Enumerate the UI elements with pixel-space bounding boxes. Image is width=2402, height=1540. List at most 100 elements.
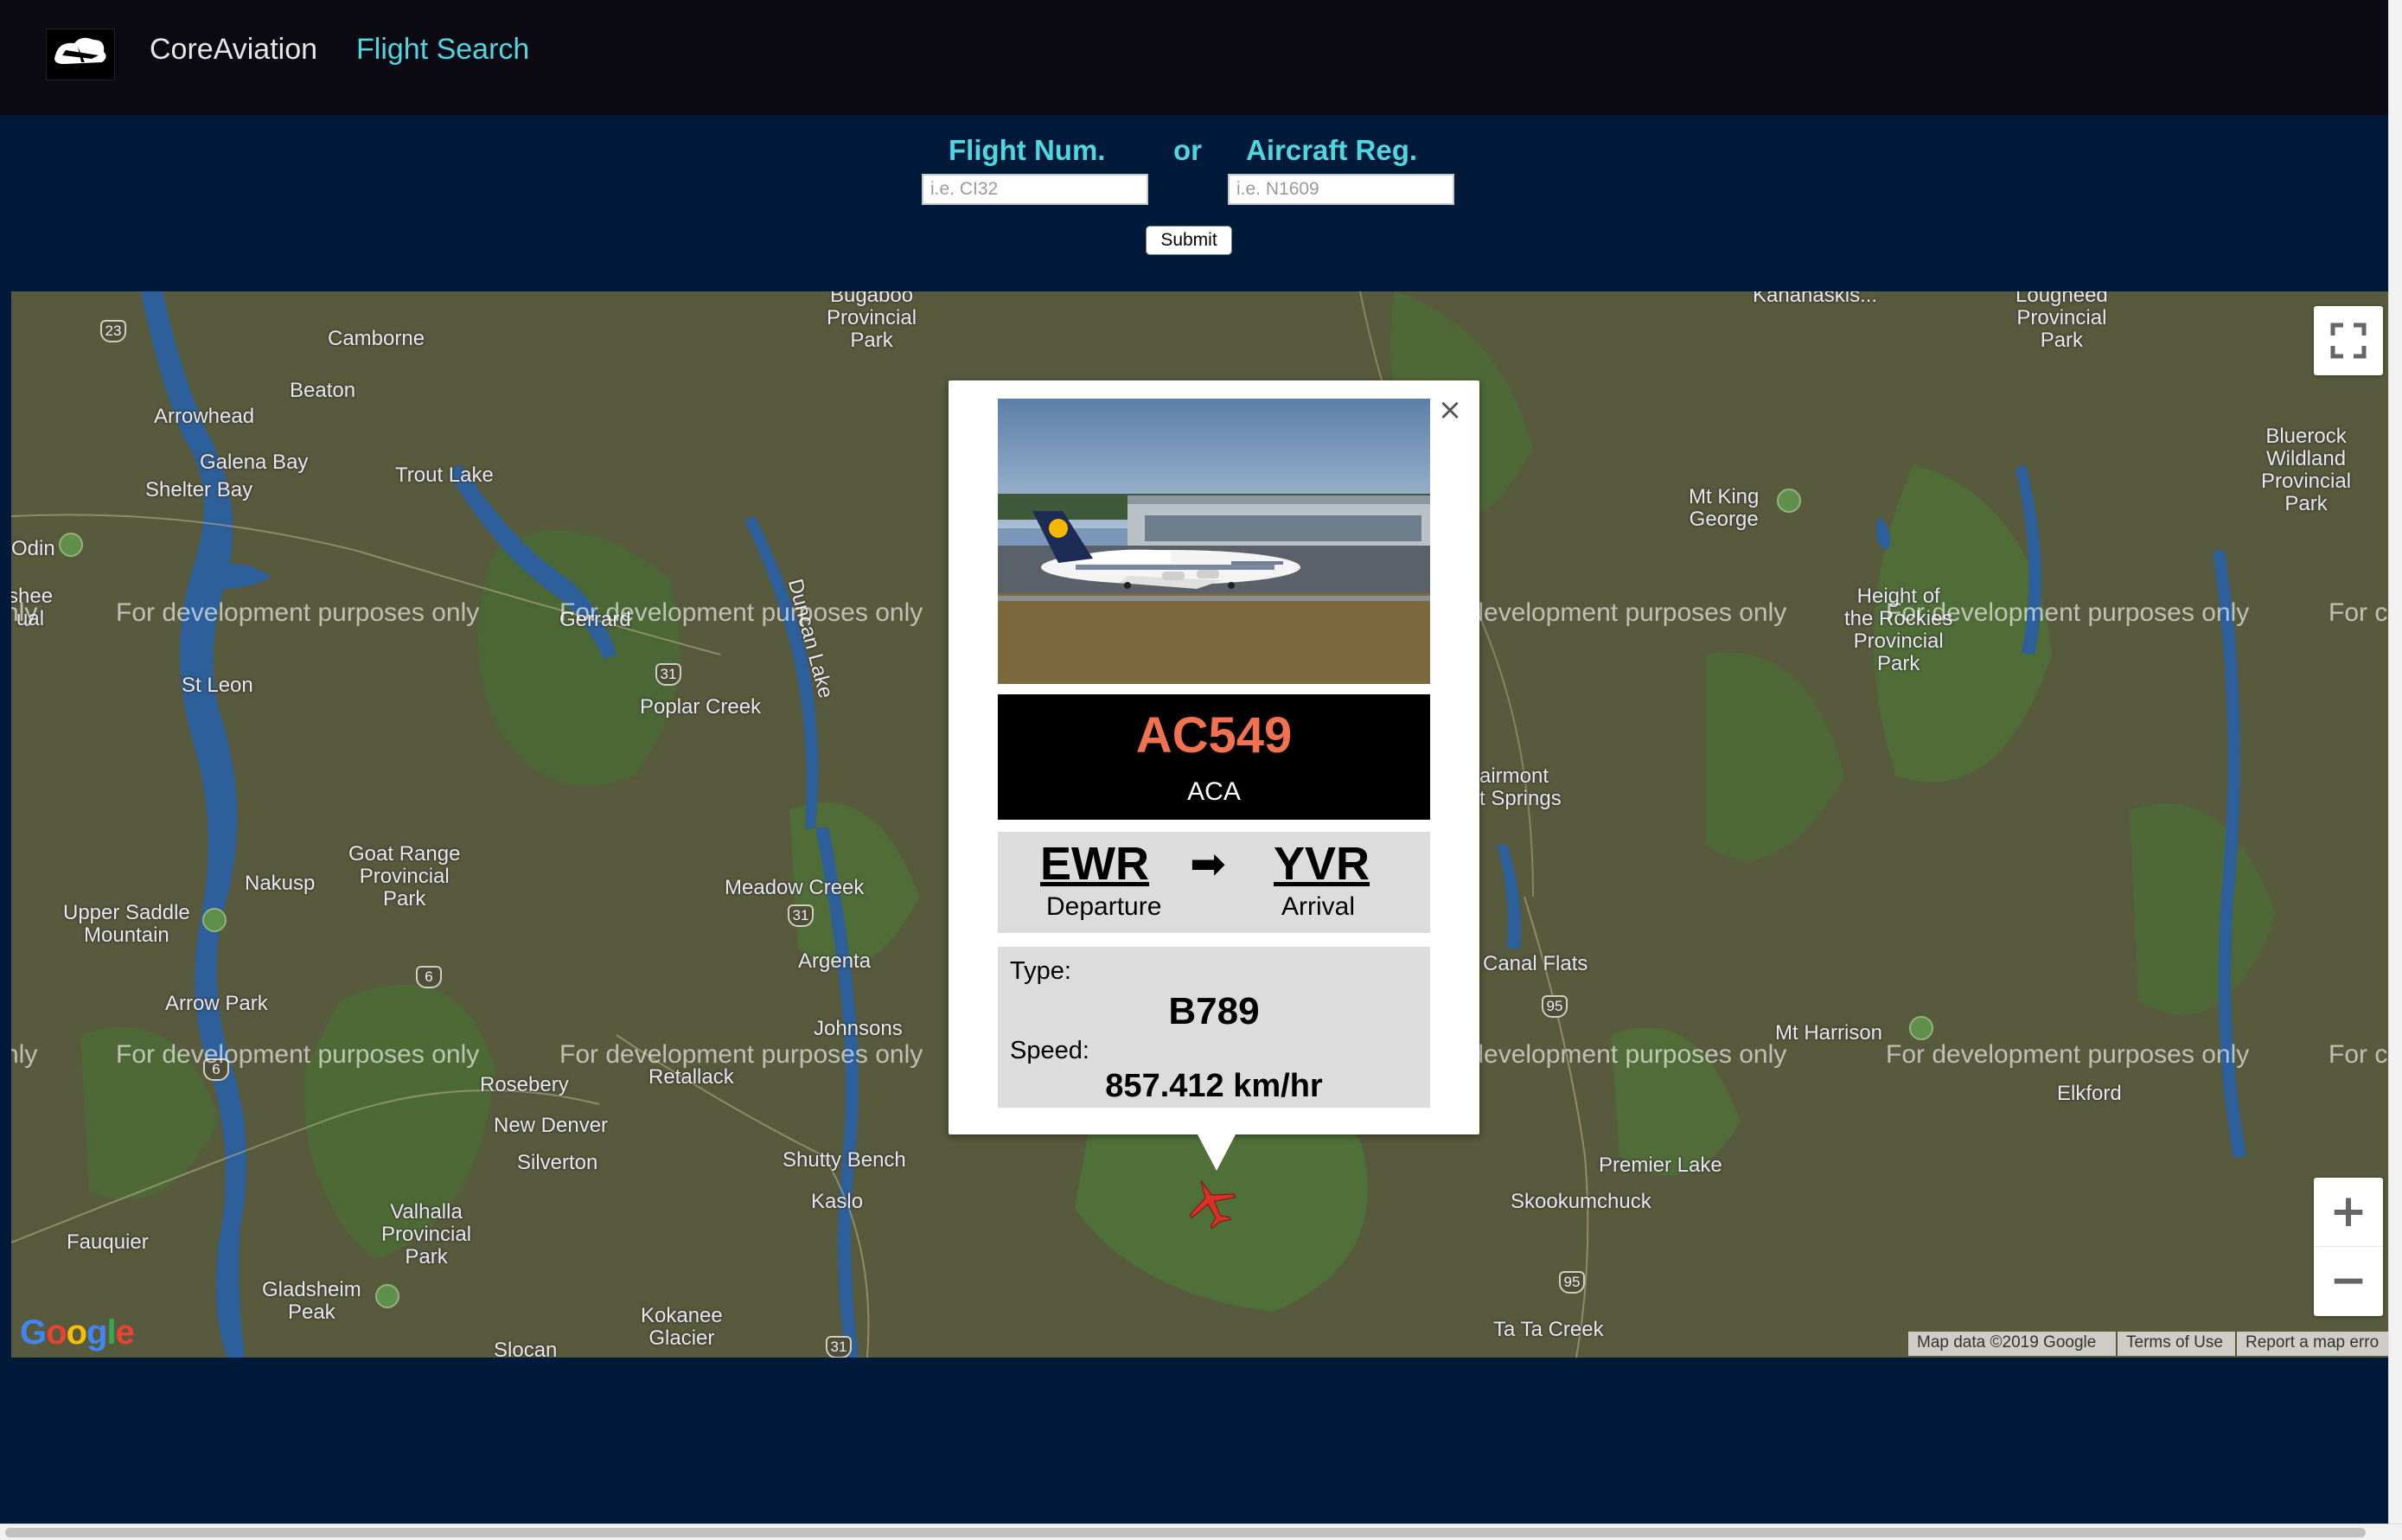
map-label: Kananaskis... xyxy=(1753,291,1878,307)
report-map-error-link[interactable]: Report a map erro xyxy=(2237,1332,2388,1356)
map-label: Upper Saddle Mountain xyxy=(63,901,190,947)
callsign-panel: AC549 ACA xyxy=(998,694,1430,820)
brand-link[interactable]: CoreAviation xyxy=(150,33,317,67)
arrival-label: Arrival xyxy=(1281,892,1356,921)
aircraft-type-value: B789 xyxy=(1168,990,1260,1032)
map-label: St Leon xyxy=(182,674,253,697)
map-label: Skookumchuck xyxy=(1511,1190,1651,1213)
route-panel: EWR ➡ YVR Departure Arrival xyxy=(998,832,1430,933)
map-label: Shelter Bay xyxy=(145,478,253,502)
map-data-attribution: Map data ©2019 Google xyxy=(1908,1332,2116,1356)
map-label: Mt King George xyxy=(1689,485,1760,531)
route-shield: 31 xyxy=(826,1336,852,1358)
park-pin-icon[interactable] xyxy=(59,533,83,557)
route-shield: 6 xyxy=(416,966,442,988)
map-label: New Denver xyxy=(494,1114,609,1137)
flight-search-link[interactable]: Flight Search xyxy=(356,33,529,67)
park-pin-icon[interactable] xyxy=(1909,1016,1933,1040)
dev-watermark: For c xyxy=(2329,598,2388,627)
map-label: Shutty Bench xyxy=(783,1148,906,1172)
fullscreen-button[interactable] xyxy=(2314,306,2383,375)
navbar: CoreAviation Flight Search xyxy=(0,0,2388,115)
route-shield: 31 xyxy=(788,904,814,927)
arrival-airport-code: YVR xyxy=(1274,838,1370,890)
speed-value: 857.412 km/hr xyxy=(1105,1068,1323,1104)
map-label: Arrow Park xyxy=(165,992,268,1015)
map-label: Ta Ta Creek xyxy=(1493,1318,1604,1341)
zoom-out-button[interactable]: − xyxy=(2314,1247,2383,1316)
map-label: Poplar Creek xyxy=(640,695,762,719)
aircraft-reg-input[interactable] xyxy=(1228,174,1454,205)
details-panel: Type: B789 Speed: 857.412 km/hr xyxy=(998,947,1430,1108)
map-label: Mt Harrison xyxy=(1775,1021,1883,1045)
map-label: Bluerock Wildland Provincial Park xyxy=(2261,425,2352,515)
plane-cloud-logo-icon[interactable] xyxy=(46,29,115,80)
dev-watermark: For development purposes only xyxy=(1886,1040,2250,1069)
map-label: Gladsheim Peak xyxy=(262,1278,361,1324)
flight-info-window: × AC549 ACA EWR ➡ YVR Departure Arrival … xyxy=(949,380,1479,1134)
map-label: Goat Range Provincial Park xyxy=(348,842,461,911)
aircraft-reg-label: Aircraft Reg. xyxy=(1246,134,1418,166)
departure-label: Departure xyxy=(1046,892,1162,921)
map-label: Premier Lake xyxy=(1599,1153,1722,1177)
horizontal-scrollbar[interactable] xyxy=(0,1524,2402,1540)
park-pin-icon[interactable] xyxy=(202,908,227,932)
search-form: Flight Num. or Aircraft Reg. Submit xyxy=(0,115,2388,291)
map-label: Odin xyxy=(11,537,55,560)
flight-number-input[interactable] xyxy=(922,174,1148,205)
map-label: Arrowhead xyxy=(154,405,255,428)
route-shield: 23 xyxy=(100,320,126,342)
aircraft-photo xyxy=(998,399,1430,684)
park-pin-icon[interactable] xyxy=(375,1284,399,1308)
flight-callsign: AC549 xyxy=(1135,707,1293,764)
dev-watermark: nly xyxy=(11,598,38,627)
close-button[interactable]: × xyxy=(1435,395,1465,425)
zoom-in-button[interactable]: + xyxy=(2314,1178,2383,1247)
map-label: airmont t Springs xyxy=(1479,764,1562,810)
departure-airport-code: EWR xyxy=(1040,838,1149,890)
fullscreen-icon xyxy=(2330,323,2367,359)
flight-number-label: Flight Num. xyxy=(949,134,1106,166)
plane-icon[interactable] xyxy=(1184,1175,1239,1230)
map-label: Silverton xyxy=(517,1151,598,1174)
dev-watermark: For development purposes only xyxy=(116,598,480,627)
terms-of-use-link[interactable]: Terms of Use xyxy=(2118,1332,2235,1356)
info-window-pointer xyxy=(1198,1134,1236,1171)
google-logo[interactable]: Google xyxy=(20,1313,135,1352)
route-shield: 95 xyxy=(1542,995,1568,1018)
type-label: Type: xyxy=(1010,957,1071,985)
map-label: Johnsons xyxy=(814,1017,903,1040)
map-label: Meadow Creek xyxy=(725,876,865,899)
zoom-controls: + − xyxy=(2314,1178,2383,1316)
map-label: Elkford xyxy=(2057,1082,2122,1105)
map-label: Beaton xyxy=(290,379,356,402)
scrollbar-thumb[interactable] xyxy=(5,1528,2366,1537)
map-label: Lougheed Provincial Park xyxy=(2016,291,2108,352)
airline-code: ACA xyxy=(1187,777,1241,806)
map-label: Kokanee Glacier xyxy=(641,1304,723,1350)
map-label: Rosebery xyxy=(480,1073,569,1096)
map-label: Argenta xyxy=(798,949,872,973)
map-label: Galena Bay xyxy=(200,450,309,474)
vertical-scrollbar[interactable] xyxy=(2388,0,2402,1524)
map-label: Nakusp xyxy=(245,872,316,895)
dev-watermark: nly xyxy=(11,1040,38,1069)
map-label: Kaslo xyxy=(811,1190,864,1213)
route-shield: 95 xyxy=(1559,1271,1585,1294)
map-label: Fauquier xyxy=(67,1230,149,1254)
dev-watermark: For development purposes only xyxy=(1886,598,2250,627)
park-pin-icon[interactable] xyxy=(1777,489,1801,513)
route-shield: 31 xyxy=(655,663,681,686)
map-label: Slocan xyxy=(494,1339,558,1358)
dev-watermark: For development purposes only xyxy=(116,1040,480,1069)
dev-watermark: For development purposes only xyxy=(559,1040,923,1069)
or-label: or xyxy=(1173,134,1202,166)
map-label: Trout Lake xyxy=(395,463,494,487)
map-label: Camborne xyxy=(328,327,425,350)
dev-watermark: For development purposes only xyxy=(559,598,923,627)
map-label: Bugaboo Provincial Park xyxy=(827,291,917,352)
submit-button[interactable]: Submit xyxy=(1146,226,1232,255)
map-label: Canal Flats xyxy=(1483,952,1588,975)
map-label: Valhalla Provincial Park xyxy=(381,1200,472,1268)
arrow-right-icon: ➡ xyxy=(1190,839,1226,889)
